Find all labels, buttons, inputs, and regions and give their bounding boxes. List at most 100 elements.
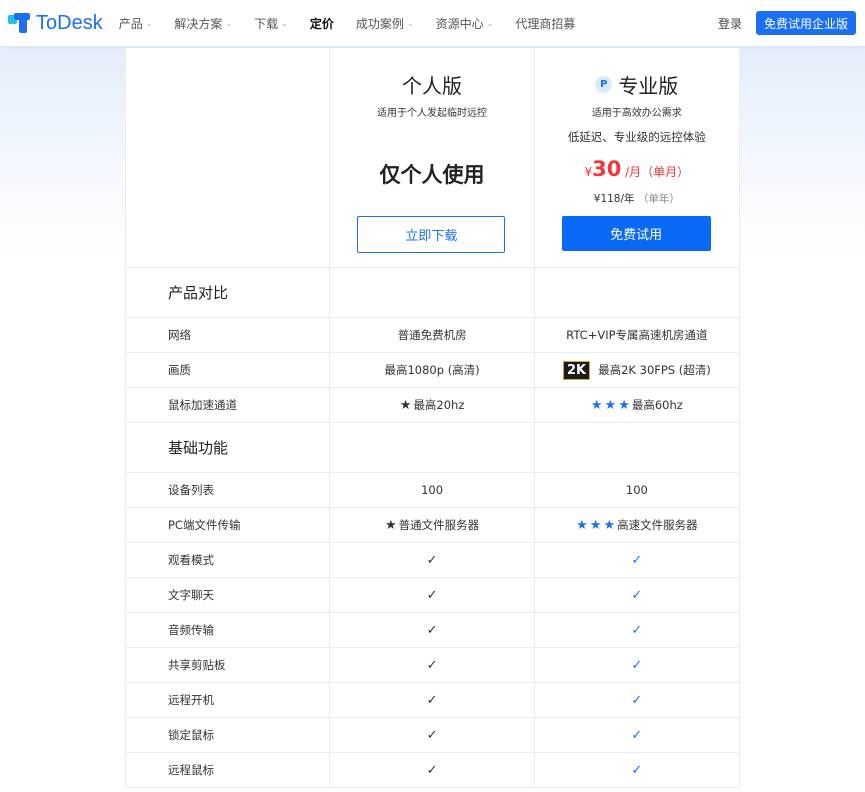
pro-cell: ✓ xyxy=(535,578,739,612)
table-row: PC端文件传输★普通文件服务器★★★高速文件服务器 xyxy=(126,508,739,543)
cell-text: 高速文件服务器 xyxy=(617,517,698,533)
pro-cell: RTC+VIP专属高速机房通道 xyxy=(535,318,739,352)
price-unit: /月（单月） xyxy=(625,165,689,179)
plan-subtitle: 适用于高效办公需求 xyxy=(535,104,739,119)
nav-item[interactable]: 解决方案⌄ xyxy=(174,15,232,32)
price-value: 30 xyxy=(592,157,621,181)
nav-item[interactable]: 产品⌄ xyxy=(119,15,153,32)
chevron-down-icon: ⌄ xyxy=(225,19,232,28)
nav-item[interactable]: 成功案例⌄ xyxy=(356,15,414,32)
year-price-value: ¥118/年 xyxy=(594,193,635,205)
enterprise-trial-button[interactable]: 免费试用企业版 xyxy=(756,11,856,35)
pro-cell: ★★★最高60hz xyxy=(535,388,739,422)
nav-item[interactable]: 定价 xyxy=(310,15,334,32)
empty-cell xyxy=(535,268,739,317)
top-nav: ToDesk 产品⌄解决方案⌄下载⌄定价成功案例⌄资源中心⌄代理商招募 登录 免… xyxy=(0,0,865,46)
table-row: 锁定鼠标 ✓ ✓ xyxy=(126,718,739,753)
cell-text: RTC+VIP专属高速机房通道 xyxy=(566,327,707,343)
plan-header-row: 个人版 适用于个人发起临时远控 仅个人使用 立即下载 P 专业版 适用于高效办公需… xyxy=(126,48,739,268)
chevron-down-icon: ⌄ xyxy=(487,19,494,28)
feature-label: 画质 xyxy=(126,353,330,387)
feature-label: 远程鼠标 xyxy=(126,753,330,787)
pro-cell: ✓ xyxy=(535,718,739,752)
login-link[interactable]: 登录 xyxy=(718,15,742,32)
empty-header-cell xyxy=(126,48,330,267)
cell-text: 最高1080p (高清) xyxy=(384,362,479,378)
pro-cell: ✓ xyxy=(535,613,739,647)
personal-cell: ★普通文件服务器 xyxy=(330,508,534,542)
nav-item-label: 代理商招募 xyxy=(515,15,575,32)
cell-text: 最高2K 30FPS (超清) xyxy=(598,362,711,378)
plan-subtitle: 适用于个人发起临时远控 xyxy=(330,104,533,119)
check-icon: ✓ xyxy=(631,588,642,603)
nav-item-label: 下载 xyxy=(254,15,278,32)
feature-label: 共享剪贴板 xyxy=(126,648,330,682)
personal-cell: 100 xyxy=(330,473,534,507)
year-note: （单年） xyxy=(638,193,680,205)
personal-cell: ✓ xyxy=(330,718,534,752)
nav-item-label: 解决方案 xyxy=(174,15,222,32)
pro-plan-card: P 专业版 适用于高效办公需求 低延迟、专业级的远控体验 ¥30 /月（单月） ¥… xyxy=(535,48,739,267)
nav-item-label: 产品 xyxy=(119,15,143,32)
plan-title: 个人版 xyxy=(402,70,462,99)
feature-label: 设备列表 xyxy=(126,473,330,507)
check-icon: ✓ xyxy=(427,658,438,673)
personal-cell: ✓ xyxy=(330,753,534,787)
plan-highlight: 仅个人使用 xyxy=(330,159,533,189)
star-icon: ★ xyxy=(400,398,412,413)
download-button[interactable]: 立即下载 xyxy=(357,216,505,253)
nav-item[interactable]: 下载⌄ xyxy=(254,15,288,32)
nav-item[interactable]: 资源中心⌄ xyxy=(436,15,494,32)
cell-text: 普通文件服务器 xyxy=(399,517,480,533)
check-icon: ✓ xyxy=(631,658,642,673)
pro-cell: ✓ xyxy=(535,543,739,577)
check-icon: ✓ xyxy=(631,763,642,778)
personal-cell: ✓ xyxy=(330,613,534,647)
personal-cell: ✓ xyxy=(330,683,534,717)
free-trial-button[interactable]: 免费试用 xyxy=(562,216,711,251)
2k-badge-icon: 2K xyxy=(563,361,590,380)
personal-cell: ✓ xyxy=(330,648,534,682)
personal-cell: ✓ xyxy=(330,578,534,612)
chevron-down-icon: ⌄ xyxy=(146,19,153,28)
nav-item[interactable]: 代理商招募 xyxy=(515,15,575,32)
check-icon: ✓ xyxy=(427,693,438,708)
plan-description: 低延迟、专业级的远控体验 xyxy=(535,129,739,145)
check-icon: ✓ xyxy=(427,623,438,638)
personal-plan-card: 个人版 适用于个人发起临时远控 仅个人使用 立即下载 xyxy=(330,48,534,267)
pricing-table: 个人版 适用于个人发起临时远控 仅个人使用 立即下载 P 专业版 适用于高效办公需… xyxy=(125,48,740,788)
check-icon: ✓ xyxy=(631,553,642,568)
table-row: 音频传输✓✓ xyxy=(126,613,739,648)
yearly-price: ¥118/年 （单年） xyxy=(535,191,739,206)
personal-cell: 普通免费机房 xyxy=(330,318,534,352)
brand-name: ToDesk xyxy=(36,12,103,35)
feature-label: 锁定鼠标 xyxy=(126,718,330,752)
nav-item-label: 定价 xyxy=(310,15,334,32)
check-icon: ✓ xyxy=(427,728,438,743)
logo[interactable]: ToDesk xyxy=(8,12,103,35)
chevron-down-icon: ⌄ xyxy=(407,19,414,28)
star-icon: ★ xyxy=(385,518,397,533)
todesk-logo-icon xyxy=(8,13,32,33)
star-icon: ★ xyxy=(576,518,588,533)
nav-item-label: 资源中心 xyxy=(436,15,484,32)
pro-cell: ★★★高速文件服务器 xyxy=(535,508,739,542)
table-row: 共享剪贴板 ✓ ✓ xyxy=(126,648,739,683)
table-row: 网络普通免费机房RTC+VIP专属高速机房通道 xyxy=(126,318,739,353)
pro-badge-icon: P xyxy=(595,76,612,93)
empty-cell xyxy=(330,268,534,317)
section-header-row: 基础功能 xyxy=(126,423,739,473)
personal-cell: 最高1080p (高清) xyxy=(330,353,534,387)
empty-cell xyxy=(330,423,534,472)
feature-label: 文字聊天 xyxy=(126,578,330,612)
cell-text: 普通免费机房 xyxy=(398,327,467,343)
cell-text: 最高20hz xyxy=(413,397,464,413)
plan-title: 专业版 xyxy=(618,70,678,99)
chevron-down-icon: ⌄ xyxy=(281,19,288,28)
feature-label: 鼠标加速通道 xyxy=(126,388,330,422)
currency: ¥ xyxy=(584,165,592,179)
personal-cell: ✓ xyxy=(330,543,534,577)
feature-label: 产品对比 xyxy=(126,268,330,317)
table-row: 文字聊天✓✓ xyxy=(126,578,739,613)
pro-cell: ✓ xyxy=(535,683,739,717)
